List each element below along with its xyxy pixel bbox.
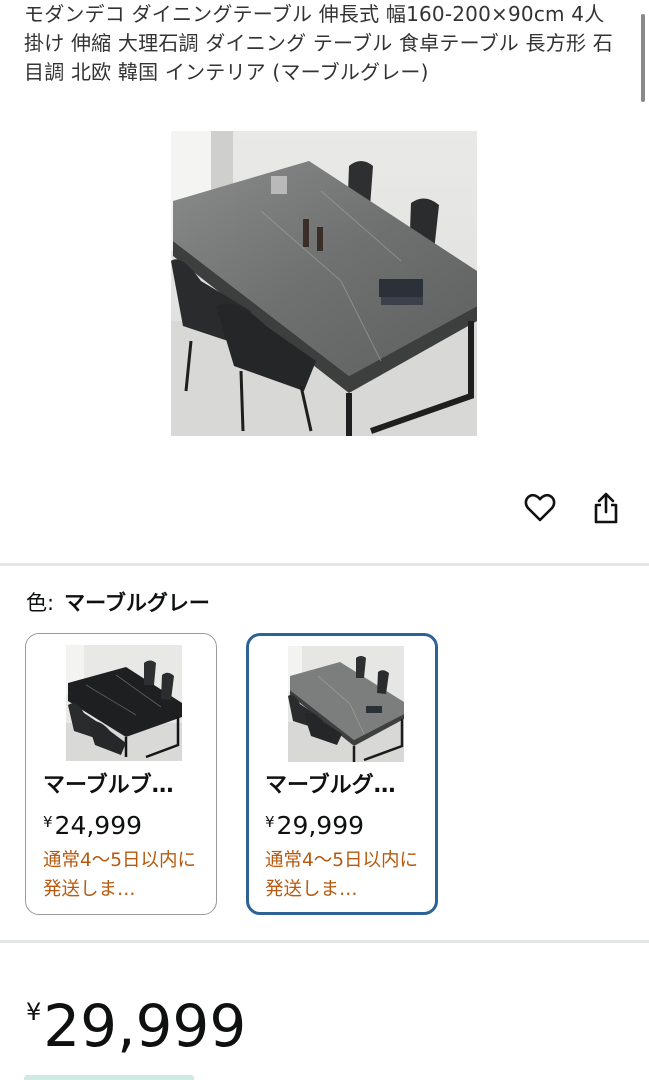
- variant-price: ¥29,999: [265, 806, 364, 842]
- variant-card-marble-black[interactable]: マーブルブ… ¥24,999 通常4〜5日以内に発送しま…: [25, 633, 217, 915]
- heart-icon: [524, 493, 556, 522]
- scrollbar[interactable]: [635, 0, 649, 1080]
- currency-symbol: ¥: [43, 813, 53, 831]
- variant-photo: [66, 645, 182, 761]
- variant-shipping-info: 通常4〜5日以内に発送しま…: [43, 850, 197, 900]
- variant-price-amount: 24,999: [54, 811, 143, 840]
- price-amount: 29,999: [43, 992, 247, 1060]
- product-photo: [171, 131, 477, 436]
- variant-card-marble-gray[interactable]: マーブルグ… ¥29,999 通常4〜5日以内に発送しま…: [246, 633, 438, 915]
- currency-symbol: ¥: [265, 813, 275, 831]
- share-icon: [594, 492, 618, 524]
- selected-color-value: マーブルグレー: [64, 591, 210, 615]
- product-price: ¥29,999: [26, 974, 246, 1064]
- scrollbar-thumb[interactable]: [641, 14, 645, 102]
- color-selector-label: 色: マーブルグレー: [26, 588, 210, 618]
- variant-shipping-info: 通常4〜5日以内に発送しま…: [265, 850, 419, 900]
- variant-name: マーブルブ…: [43, 773, 174, 798]
- color-label-text: 色:: [26, 591, 55, 615]
- section-divider: [0, 940, 649, 943]
- favorite-heart-icon[interactable]: [520, 488, 560, 528]
- variant-thumbnail: [288, 646, 404, 762]
- section-divider: [0, 563, 649, 566]
- variant-price: ¥24,999: [43, 806, 142, 842]
- variant-thumbnail: [66, 645, 182, 761]
- currency-symbol: ¥: [26, 998, 42, 1026]
- product-title: モダンデコ ダイニングテーブル 伸長式 幅160-200×90cm 4人掛け 伸…: [24, 2, 613, 84]
- main-product-image[interactable]: [171, 131, 477, 436]
- variant-photo: [288, 646, 404, 762]
- partial-badge: [24, 1075, 194, 1080]
- share-icon-button[interactable]: [586, 488, 626, 528]
- variant-price-amount: 29,999: [276, 811, 365, 840]
- variant-name: マーブルグ…: [265, 773, 396, 798]
